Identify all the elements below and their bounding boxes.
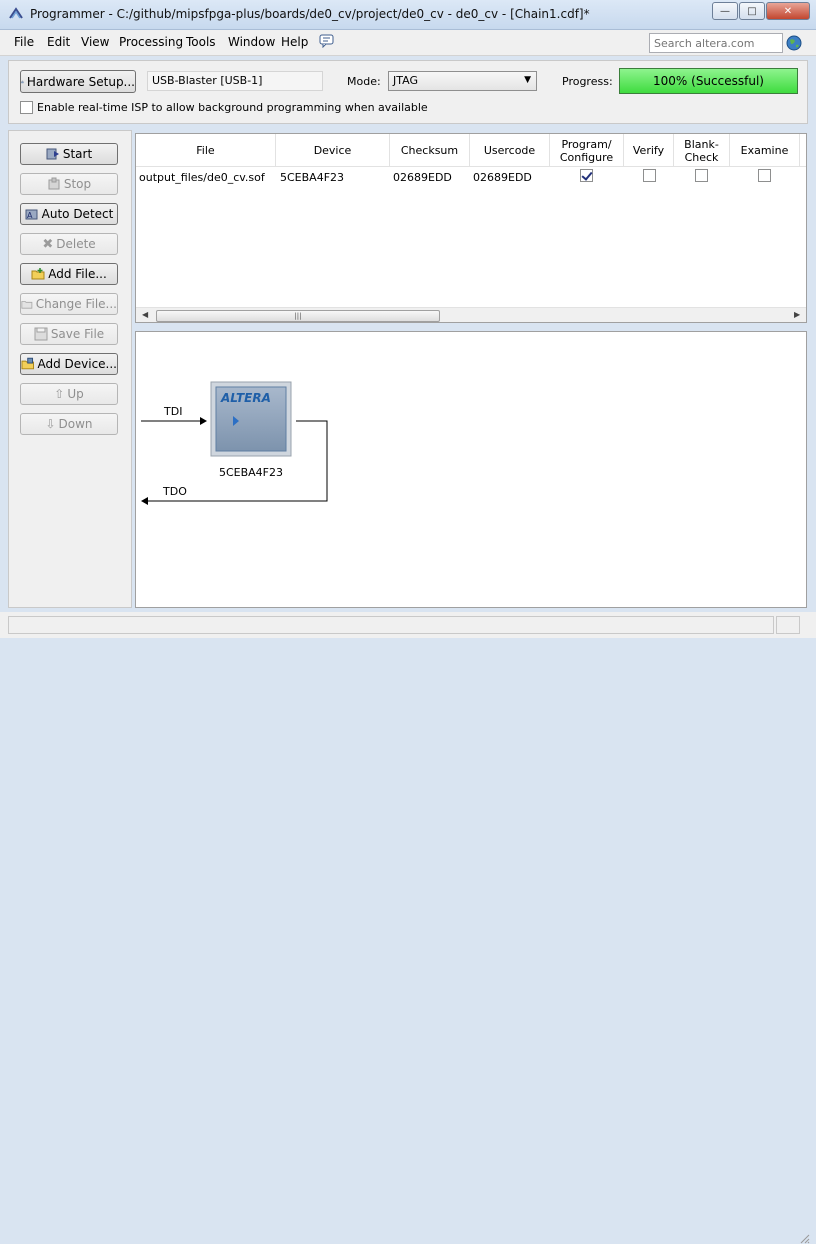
hardware-setup-icon (21, 80, 24, 83)
menu-view[interactable]: View (81, 35, 109, 49)
action-panel: Start Stop A Auto Detect ✖ Delete Add Fi… (8, 130, 132, 608)
program-checkbox[interactable] (580, 169, 593, 182)
menu-file[interactable]: File (14, 35, 34, 49)
column-header-usercode[interactable]: Usercode (470, 134, 550, 167)
menu-tools[interactable]: Tools (186, 35, 216, 49)
hardware-field: USB-Blaster [USB-1] (147, 71, 323, 91)
start-icon (46, 148, 59, 160)
status-field (8, 616, 774, 634)
column-header-device[interactable]: Device (276, 134, 390, 167)
programmer-app-icon (9, 7, 23, 19)
table-header: File Device Checksum Usercode Program/ C… (136, 134, 806, 167)
start-label: Start (62, 147, 93, 161)
column-header-verify[interactable]: Verify (624, 134, 674, 167)
add-device-label: Add Device... (37, 357, 117, 371)
hardware-setup-label: Hardware Setup... (26, 74, 135, 89)
row-checksum: 02689EDD (393, 171, 452, 184)
delete-button[interactable]: ✖ Delete (20, 233, 118, 255)
close-icon[interactable]: ✕ (766, 2, 810, 20)
down-button[interactable]: ⇩ Down (20, 413, 118, 435)
chat-bubble-icon[interactable] (319, 34, 335, 48)
column-header-blank-check[interactable]: Blank- Check (674, 134, 730, 167)
status-bar (0, 612, 816, 1244)
add-file-label: Add File... (48, 267, 107, 281)
save-file-icon (34, 327, 48, 341)
device-label: 5CEBA4F23 (219, 466, 283, 479)
column-header-examine[interactable]: Examine (730, 134, 800, 167)
jtag-chain-diagram: TDI TDO ALTERA 5CEBA4F23 (141, 381, 328, 505)
verify-checkbox[interactable] (643, 169, 656, 182)
window-controls: — □ ✕ (711, 2, 810, 20)
add-device-button[interactable]: Add Device... (20, 353, 118, 375)
row-device: 5CEBA4F23 (280, 171, 345, 184)
stop-label: Stop (63, 177, 92, 191)
jtag-chain-panel: TDI TDO ALTERA 5CEBA4F23 (135, 331, 807, 608)
up-icon: ⇧ (54, 387, 65, 401)
down-icon: ⇩ (45, 417, 56, 431)
title-bar: Programmer - C:/github/mipsfpga-plus/boa… (0, 0, 816, 30)
svg-text:A: A (27, 211, 33, 220)
auto-detect-button[interactable]: A Auto Detect (20, 203, 118, 225)
mode-label: Mode: (347, 75, 381, 88)
menu-window[interactable]: Window (228, 35, 275, 49)
mode-value: JTAG (393, 74, 418, 87)
menu-edit[interactable]: Edit (47, 35, 70, 49)
isp-checkbox[interactable] (20, 101, 33, 114)
tdo-label: TDO (162, 485, 187, 498)
menu-bar: File Edit View Processing Tools Window H… (0, 30, 816, 56)
maximize-icon[interactable]: □ (739, 2, 765, 20)
resize-grip-icon[interactable] (798, 1232, 810, 1244)
chip-logo-text: ALTERA (220, 391, 271, 405)
stop-icon (48, 177, 60, 190)
down-label: Down (58, 417, 93, 431)
save-file-button[interactable]: Save File (20, 323, 118, 345)
column-header-checksum[interactable]: Checksum (390, 134, 470, 167)
up-label: Up (67, 387, 84, 401)
isp-label: Enable real-time ISP to allow background… (37, 101, 428, 114)
tdo-arrow-icon (141, 497, 148, 505)
tdi-label: TDI (163, 405, 182, 418)
scroll-right-icon[interactable]: ▶ (794, 310, 800, 319)
row-file: output_files/de0_cv.sof (139, 171, 265, 184)
add-file-button[interactable]: Add File... (20, 263, 118, 285)
globe-icon[interactable] (786, 35, 802, 51)
chevron-down-icon: ▼ (524, 75, 531, 85)
progress-bar: 100% (Successful) (619, 68, 798, 94)
row-usercode: 02689EDD (473, 171, 532, 184)
delete-icon: ✖ (42, 236, 54, 252)
change-file-label: Change File... (35, 297, 117, 311)
mode-select[interactable]: JTAG ▼ (388, 71, 537, 91)
horizontal-scrollbar[interactable]: ◀ ||| ▶ (136, 307, 806, 322)
tdi-arrow-icon (200, 417, 207, 425)
delete-label: Delete (56, 237, 96, 251)
scroll-left-icon[interactable]: ◀ (142, 310, 148, 319)
menu-processing[interactable]: Processing (119, 35, 183, 49)
change-file-button[interactable]: Change File... (20, 293, 118, 315)
device-table: File Device Checksum Usercode Program/ C… (135, 133, 807, 323)
scroll-thumb[interactable]: ||| (156, 310, 440, 322)
search-input[interactable] (649, 33, 783, 53)
add-file-icon (31, 268, 45, 280)
start-button[interactable]: Start (20, 143, 118, 165)
column-header-file[interactable]: File (136, 134, 276, 167)
status-field-small (776, 616, 800, 634)
progress-label: Progress: (562, 75, 613, 88)
examine-checkbox[interactable] (758, 169, 771, 182)
stop-button[interactable]: Stop (20, 173, 118, 195)
auto-detect-icon: A (25, 209, 38, 220)
menu-help[interactable]: Help (281, 35, 308, 49)
save-file-label: Save File (50, 327, 105, 341)
auto-detect-label: Auto Detect (41, 207, 114, 221)
hardware-toolbar: Hardware Setup... USB-Blaster [USB-1] Mo… (8, 60, 808, 124)
up-button[interactable]: ⇧ Up (20, 383, 118, 405)
column-header-program[interactable]: Program/ Configure (550, 134, 624, 167)
blank-check-checkbox[interactable] (695, 169, 708, 182)
window-title: Programmer - C:/github/mipsfpga-plus/boa… (30, 7, 590, 21)
hardware-setup-button[interactable]: Hardware Setup... (20, 70, 136, 93)
add-device-icon (21, 357, 34, 370)
fpga-chip-icon[interactable]: ALTERA (210, 381, 292, 457)
minimize-icon[interactable]: — (712, 2, 738, 20)
change-file-icon (21, 301, 33, 309)
progress-text: 100% (Successful) (653, 74, 764, 88)
